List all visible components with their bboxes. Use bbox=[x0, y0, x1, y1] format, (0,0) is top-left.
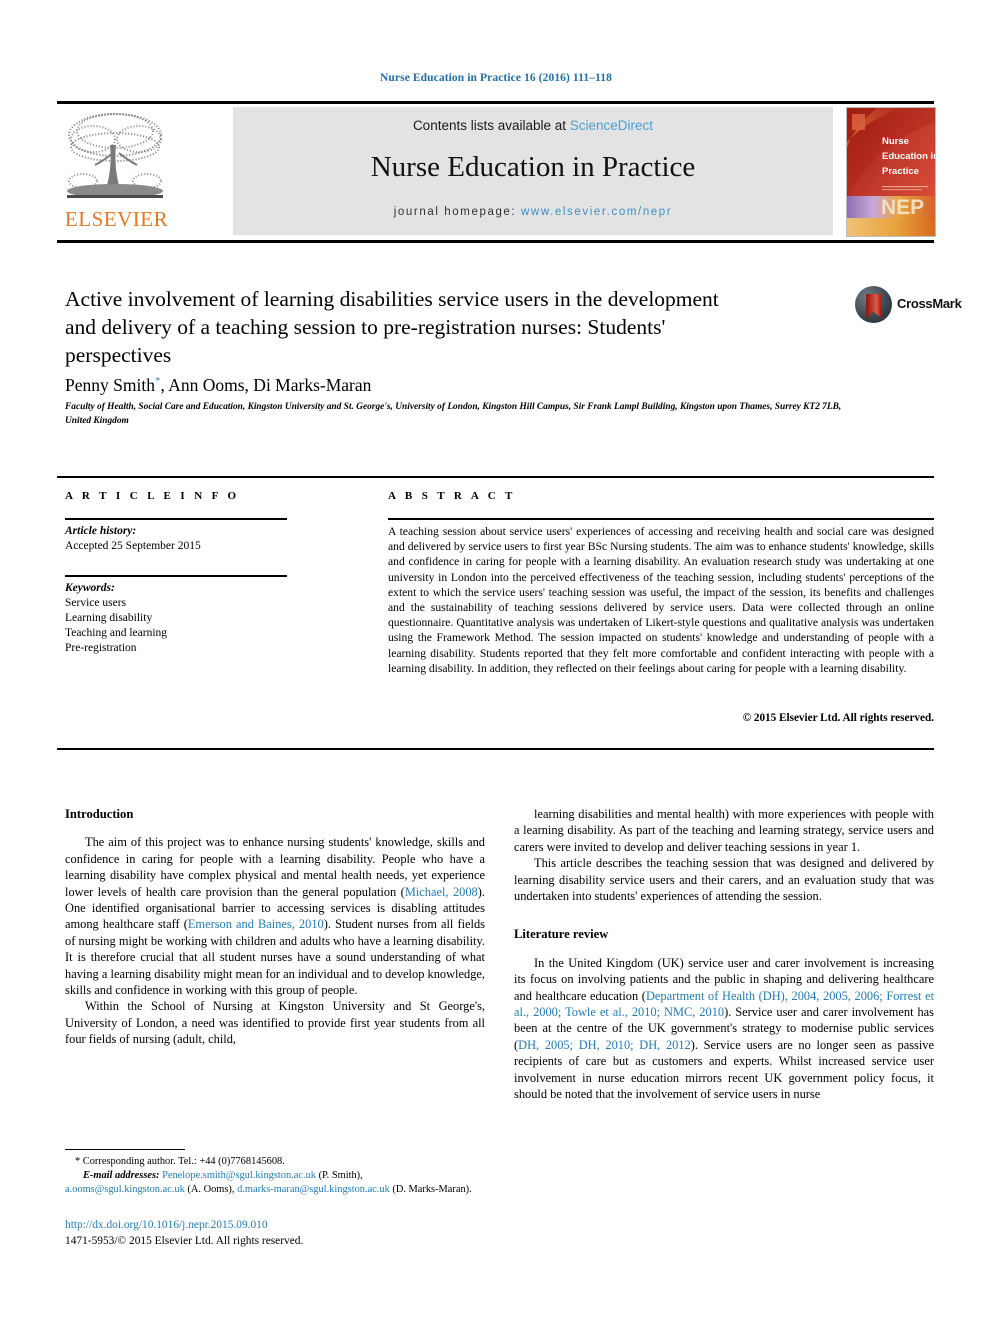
footnote-rule bbox=[65, 1149, 185, 1150]
journal-cover-thumbnail[interactable]: NEP Nurse Education in Practice bbox=[846, 107, 936, 237]
email-label: E-mail addresses: bbox=[83, 1170, 160, 1181]
corresponding-author-note: * Corresponding author. Tel.: +44 (0)776… bbox=[75, 1156, 285, 1167]
author-primary: Penny Smith bbox=[65, 375, 155, 395]
svg-text:Nurse: Nurse bbox=[882, 136, 909, 147]
email-link[interactable]: d.marks-maran@sgul.kingston.ac.uk bbox=[237, 1184, 390, 1195]
email-owner: (P. Smith), bbox=[315, 1170, 363, 1181]
body-column-left: Introduction The aim of this project was… bbox=[65, 806, 485, 1048]
journal-masthead: ELSEVIER Contents lists available at Sci… bbox=[57, 104, 936, 237]
masthead-band: Contents lists available at ScienceDirec… bbox=[233, 107, 833, 235]
author-list: Penny Smith*, Ann Ooms, Di Marks-Maran bbox=[65, 375, 825, 396]
paragraph: In the United Kingdom (UK) service user … bbox=[514, 955, 934, 1103]
paragraph: Within the School of Nursing at Kingston… bbox=[65, 999, 485, 1047]
crossmark-badge[interactable]: CrossMark bbox=[855, 284, 962, 326]
elsevier-wordmark: ELSEVIER bbox=[64, 207, 169, 231]
homepage-prefix: journal homepage: bbox=[393, 206, 522, 218]
email-owner: (D. Marks-Maran). bbox=[389, 1184, 472, 1195]
keyword-item: Teaching and learning bbox=[65, 627, 168, 639]
keyword-item: Learning disability bbox=[65, 612, 153, 624]
elsevier-logo: ELSEVIER bbox=[57, 107, 176, 235]
keyword-item: Pre-registration bbox=[65, 642, 137, 654]
journal-homepage-line: journal homepage: www.elsevier.com/nepr bbox=[233, 206, 833, 218]
svg-text:NEP: NEP bbox=[881, 196, 924, 219]
keyword-item: Service users bbox=[65, 597, 126, 609]
email-link[interactable]: Penelope.smith@sgul.kingston.ac.uk bbox=[162, 1170, 316, 1181]
body-column-right: learning disabilities and mental health)… bbox=[514, 806, 934, 1103]
journal-homepage-link[interactable]: www.elsevier.com/nepr bbox=[521, 206, 672, 218]
article-history-label: Article history: bbox=[65, 525, 137, 537]
info-section-rule-bottom bbox=[57, 748, 934, 750]
citation-link[interactable]: Michael, 2008 bbox=[405, 885, 478, 899]
masthead-rule-bottom bbox=[57, 240, 934, 243]
paragraph: The aim of this project was to enhance n… bbox=[65, 834, 485, 998]
article-info-divider-1 bbox=[65, 518, 287, 520]
abstract-divider bbox=[388, 518, 934, 520]
keywords-block: Keywords: Service users Learning disabil… bbox=[65, 581, 287, 656]
abstract-text: A teaching session about service users' … bbox=[388, 525, 934, 675]
footnote-block: * Corresponding author. Tel.: +44 (0)776… bbox=[65, 1155, 485, 1197]
crossmark-label: CrossMark bbox=[897, 296, 962, 311]
article-title: Active involvement of learning disabilit… bbox=[65, 287, 719, 367]
elsevier-tree-icon bbox=[63, 109, 171, 207]
author-affiliation: Faculty of Health, Social Care and Educa… bbox=[65, 402, 842, 426]
citation-link[interactable]: Emerson and Baines, 2010 bbox=[188, 917, 324, 931]
abstract-copyright: © 2015 Elsevier Ltd. All rights reserved… bbox=[742, 712, 934, 724]
issn-copyright: 1471-5953/© 2015 Elsevier Ltd. All right… bbox=[65, 1234, 304, 1247]
abstract-heading: A B S T R A C T bbox=[388, 490, 516, 502]
email-link[interactable]: a.ooms@sgul.kingston.ac.uk bbox=[65, 1184, 185, 1195]
citation-link[interactable]: DH, 2005; DH, 2010; DH, 2012 bbox=[518, 1038, 691, 1052]
svg-text:Education in: Education in bbox=[882, 151, 935, 162]
article-page: Nurse Education in Practice 16 (2016) 11… bbox=[0, 0, 992, 1323]
article-info-heading: A R T I C L E I N F O bbox=[65, 490, 240, 502]
paragraph: learning disabilities and mental health)… bbox=[514, 807, 934, 854]
contents-prefix: Contents lists available at bbox=[412, 118, 570, 133]
crossmark-ribbon-icon bbox=[866, 294, 881, 318]
doi-block: http://dx.doi.org/10.1016/j.nepr.2015.09… bbox=[65, 1218, 525, 1249]
author-others: , Ann Ooms, Di Marks-Maran bbox=[160, 375, 372, 395]
svg-text:Practice: Practice bbox=[882, 166, 919, 177]
contents-available-line: Contents lists available at ScienceDirec… bbox=[233, 118, 833, 133]
keywords-label: Keywords: bbox=[65, 582, 115, 594]
crossmark-icon bbox=[855, 286, 892, 323]
info-section-rule-top bbox=[57, 476, 934, 478]
email-addresses-note: E-mail addresses: Penelope.smith@sgul.ki… bbox=[65, 1169, 485, 1197]
running-head: Nurse Education in Practice 16 (2016) 11… bbox=[380, 72, 612, 84]
article-history-value: Accepted 25 September 2015 bbox=[65, 540, 201, 552]
journal-title: Nurse Education in Practice bbox=[370, 151, 696, 183]
doi-link[interactable]: http://dx.doi.org/10.1016/j.nepr.2015.09… bbox=[65, 1218, 525, 1234]
sciencedirect-link[interactable]: ScienceDirect bbox=[570, 118, 653, 133]
article-info-divider-2 bbox=[65, 575, 287, 577]
article-history-block: Article history: Accepted 25 September 2… bbox=[65, 524, 287, 554]
email-owner: (A. Ooms), bbox=[184, 1184, 238, 1195]
paragraph: This article describes the teaching sess… bbox=[514, 856, 934, 904]
section-heading-literature-review: Literature review bbox=[514, 927, 609, 942]
section-heading-introduction: Introduction bbox=[65, 807, 134, 821]
